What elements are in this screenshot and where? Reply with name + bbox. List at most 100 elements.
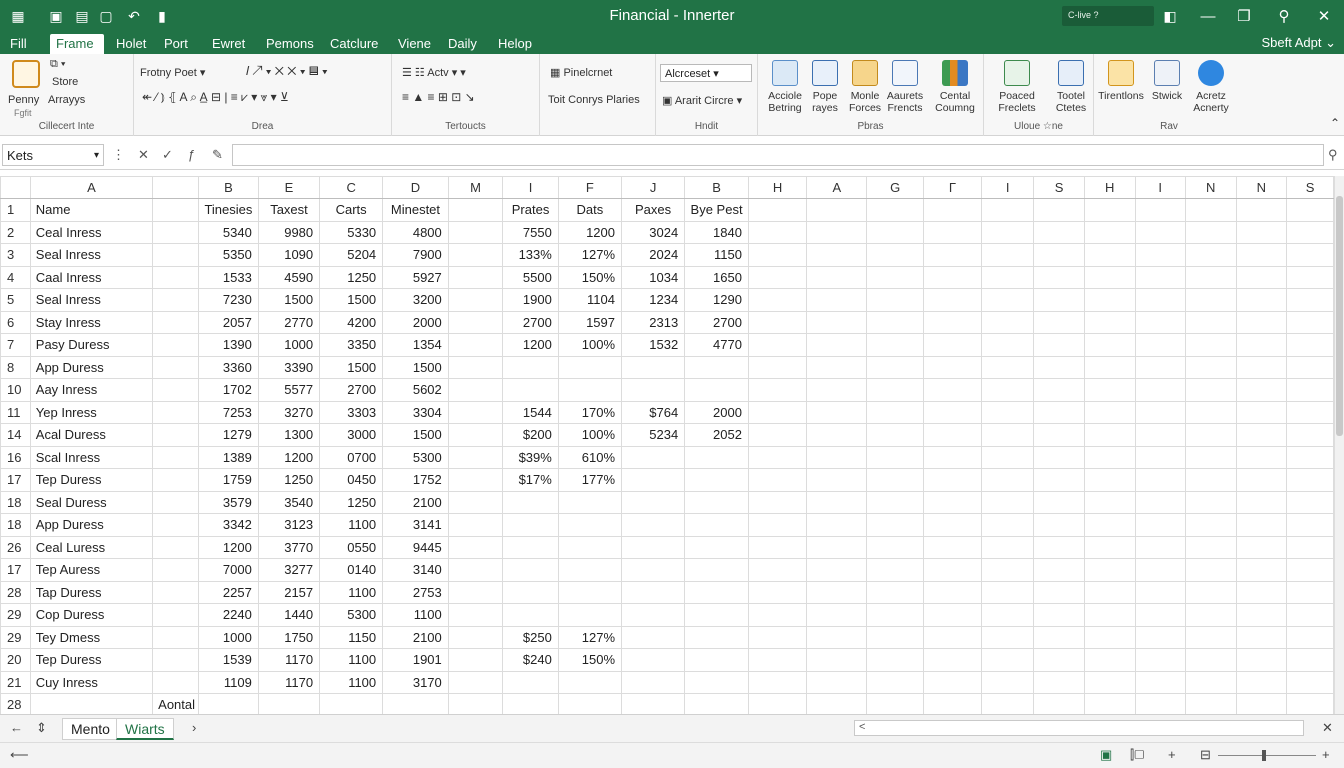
cell[interactable] (1134, 558, 1186, 582)
cell[interactable]: 3350 (319, 333, 384, 357)
cell[interactable]: Tep Duress (29, 648, 154, 672)
cell[interactable] (747, 445, 808, 469)
cell[interactable] (1134, 670, 1186, 694)
cell[interactable] (1235, 378, 1288, 402)
tootel-button[interactable]: Tootel Ctetes (1046, 60, 1096, 114)
font-format-icons[interactable]: ↞ ⁄ ⦆ ⦃ A ⌕ A̲ ⊟ | ≡ ⩗ ▾ ⩔ ▾ ⊻ (142, 90, 289, 105)
cell[interactable]: 1440 (257, 603, 321, 627)
cell[interactable] (257, 693, 321, 714)
cell[interactable] (620, 468, 686, 492)
row-header[interactable]: 20 (0, 648, 31, 672)
cell[interactable] (747, 490, 808, 514)
cell[interactable] (152, 265, 200, 289)
row-header[interactable]: 2 (0, 220, 31, 244)
cell[interactable]: 1104 (557, 288, 623, 312)
cell[interactable] (1286, 513, 1334, 537)
cell[interactable]: 1150 (319, 625, 384, 649)
cell[interactable]: 2257 (198, 580, 259, 604)
cell[interactable] (806, 423, 868, 447)
cell[interactable] (684, 648, 749, 672)
cell[interactable] (1184, 288, 1237, 312)
cell[interactable] (152, 670, 200, 694)
cell[interactable]: Scal Inress (29, 445, 154, 469)
cell[interactable]: Tap Duress (29, 580, 154, 604)
cell[interactable]: 1533 (198, 265, 259, 289)
cell[interactable] (447, 445, 504, 469)
cell[interactable] (447, 513, 504, 537)
cell[interactable]: 9445 (382, 535, 449, 559)
vertical-scroll-thumb[interactable] (1336, 196, 1343, 436)
cell[interactable] (502, 490, 559, 514)
cell[interactable] (806, 625, 868, 649)
zoom-formula-icon[interactable]: ⚲ (1328, 147, 1338, 163)
cell[interactable] (684, 580, 749, 604)
menu-item-holet[interactable]: Holet (110, 34, 152, 54)
cell[interactable]: 0700 (319, 445, 384, 469)
cell[interactable] (1286, 603, 1334, 627)
cell[interactable]: 2100 (382, 490, 449, 514)
cell[interactable] (1235, 265, 1288, 289)
cell[interactable] (806, 333, 868, 357)
cell[interactable] (1134, 490, 1186, 514)
cell[interactable]: $764 (620, 400, 686, 424)
cell[interactable]: 133% (502, 243, 559, 267)
cell[interactable]: 3303 (319, 400, 384, 424)
cell[interactable]: 5602 (382, 378, 449, 402)
cell[interactable]: 2000 (684, 400, 749, 424)
cell[interactable]: 5350 (198, 243, 259, 267)
cell[interactable] (981, 400, 1035, 424)
formula-input[interactable] (232, 144, 1324, 166)
cell[interactable]: 1759 (198, 468, 259, 492)
column-header[interactable]: C (319, 176, 384, 199)
cell[interactable] (620, 355, 686, 379)
cell[interactable] (806, 288, 868, 312)
zoom-plus-icon[interactable]: + (1322, 747, 1330, 762)
cell[interactable] (866, 670, 924, 694)
cell[interactable] (1083, 220, 1136, 244)
cell[interactable] (152, 648, 200, 672)
cell[interactable] (1286, 490, 1334, 514)
collapse-ribbon-icon[interactable]: ⌃ (1330, 116, 1340, 130)
cell[interactable] (1033, 265, 1085, 289)
title-search-box[interactable]: C-live ? (1062, 6, 1154, 26)
cell[interactable] (620, 603, 686, 627)
cell[interactable] (1286, 648, 1334, 672)
close-icon[interactable]: ✕ (1310, 4, 1338, 28)
cell[interactable] (620, 490, 686, 514)
cell[interactable] (866, 625, 924, 649)
page-break-icon[interactable]: ⊟ (1200, 747, 1211, 763)
cell[interactable] (1286, 333, 1334, 357)
cell[interactable] (447, 423, 504, 447)
aaurets-button[interactable]: Aaurets Frencts (880, 60, 930, 114)
cell[interactable] (557, 558, 623, 582)
cell[interactable]: 9980 (257, 220, 321, 244)
cell[interactable] (152, 400, 200, 424)
cell[interactable]: 1532 (620, 333, 686, 357)
column-header[interactable]: M (447, 176, 504, 199)
cell[interactable] (1033, 468, 1085, 492)
cell[interactable]: Dats (557, 198, 623, 222)
cell[interactable]: 1500 (319, 355, 384, 379)
cell[interactable] (1083, 198, 1136, 222)
cell[interactable]: Tinesies (198, 198, 259, 222)
cell[interactable]: Cop Duress (29, 603, 154, 627)
cell[interactable] (747, 378, 808, 402)
cell[interactable] (1033, 288, 1085, 312)
cell[interactable]: 0140 (319, 558, 384, 582)
cell[interactable] (684, 378, 749, 402)
cell[interactable] (1134, 355, 1186, 379)
cell[interactable] (152, 220, 200, 244)
cell[interactable] (447, 558, 504, 582)
cell[interactable]: 100% (557, 333, 623, 357)
cell[interactable] (806, 648, 868, 672)
cell[interactable] (1184, 670, 1237, 694)
cell[interactable]: 1539 (198, 648, 259, 672)
column-header[interactable]: N (1184, 176, 1237, 199)
cell[interactable] (1134, 625, 1186, 649)
cell[interactable] (1083, 355, 1136, 379)
cell[interactable]: 1090 (257, 243, 321, 267)
cell[interactable] (922, 513, 983, 537)
row-header[interactable]: 28 (0, 580, 31, 604)
cell[interactable] (620, 445, 686, 469)
cell[interactable]: 2770 (257, 310, 321, 334)
